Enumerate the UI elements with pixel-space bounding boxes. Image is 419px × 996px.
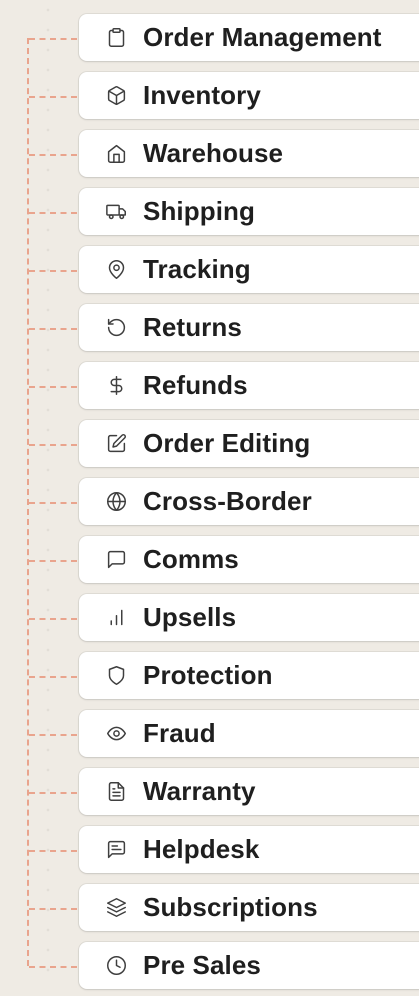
tree-connector — [29, 154, 77, 156]
list-item-tracking: Tracking — [0, 242, 419, 300]
nav-card-refunds[interactable]: Refunds — [79, 362, 419, 409]
tree-connector — [29, 444, 77, 446]
shield-icon — [105, 665, 127, 687]
nav-card-shipping[interactable]: Shipping — [79, 188, 419, 235]
nav-label: Pre Sales — [143, 950, 261, 980]
warehouse-icon — [105, 143, 127, 165]
list-item-inventory: Inventory — [0, 68, 419, 126]
list-item-upsells: Upsells — [0, 590, 419, 648]
edit-icon — [105, 433, 127, 455]
clock-icon — [105, 955, 127, 977]
nav-label: Protection — [143, 660, 273, 690]
nav-card-subscriptions[interactable]: Subscriptions — [79, 884, 419, 931]
list-item-order-editing: Order Editing — [0, 416, 419, 474]
nav-card-comms[interactable]: Comms — [79, 536, 419, 583]
message-square-text-icon — [105, 839, 127, 861]
nav-label: Cross-Border — [143, 486, 312, 516]
globe-icon — [105, 491, 127, 513]
clipboard-icon — [105, 27, 127, 49]
tree-connector — [29, 676, 77, 678]
list-item-cross-border: Cross-Border — [0, 474, 419, 532]
tree-connector — [29, 618, 77, 620]
map-pin-icon — [105, 259, 127, 281]
tree-connector — [29, 734, 77, 736]
list-item-warranty: Warranty — [0, 764, 419, 822]
tree-connector — [29, 328, 77, 330]
nav-card-tracking[interactable]: Tracking — [79, 246, 419, 293]
nav-label: Warehouse — [143, 138, 284, 168]
nav-label: Upsells — [143, 602, 237, 632]
nav-label: Shipping — [143, 196, 255, 226]
truck-icon — [105, 201, 127, 223]
tree-connector — [29, 908, 77, 910]
layers-icon — [105, 897, 127, 919]
nav-card-protection[interactable]: Protection — [79, 652, 419, 699]
nav-card-order-editing[interactable]: Order Editing — [79, 420, 419, 467]
nav-card-returns[interactable]: Returns — [79, 304, 419, 351]
nav-label: Comms — [143, 544, 239, 574]
nav-card-warehouse[interactable]: Warehouse — [79, 130, 419, 177]
nav-card-pre-sales[interactable]: Pre Sales — [79, 942, 419, 989]
nav-label: Fraud — [143, 718, 216, 748]
nav-card-inventory[interactable]: Inventory — [79, 72, 419, 119]
rotate-ccw-icon — [105, 317, 127, 339]
nav-label: Tracking — [143, 254, 251, 284]
list-item-returns: Returns — [0, 300, 419, 358]
list-item-helpdesk: Helpdesk — [0, 822, 419, 880]
bar-chart-icon — [105, 607, 127, 629]
tree-connector — [29, 560, 77, 562]
nav-label: Warranty — [143, 776, 256, 806]
list-item-subscriptions: Subscriptions — [0, 880, 419, 938]
list-item-pre-sales: Pre Sales — [0, 938, 419, 996]
tree-connector — [29, 38, 77, 40]
tree-connector — [29, 270, 77, 272]
list-item-fraud: Fraud — [0, 706, 419, 764]
tree-connector — [29, 792, 77, 794]
nav-label: Inventory — [143, 80, 261, 110]
tree-connector — [29, 502, 77, 504]
tree-connector — [29, 96, 77, 98]
nav-card-helpdesk[interactable]: Helpdesk — [79, 826, 419, 873]
tree-connector — [29, 212, 77, 214]
eye-icon — [105, 723, 127, 745]
nav-card-warranty[interactable]: Warranty — [79, 768, 419, 815]
nav-card-order-management[interactable]: Order Management — [79, 14, 419, 61]
nav-card-fraud[interactable]: Fraud — [79, 710, 419, 757]
file-text-icon — [105, 781, 127, 803]
list-item-refunds: Refunds — [0, 358, 419, 416]
nav-label: Order Management — [143, 22, 382, 52]
dollar-icon — [105, 375, 127, 397]
list-item-protection: Protection — [0, 648, 419, 706]
nav-card-upsells[interactable]: Upsells — [79, 594, 419, 641]
list-item-warehouse: Warehouse — [0, 126, 419, 184]
nav-card-cross-border[interactable]: Cross-Border — [79, 478, 419, 525]
list-item-comms: Comms — [0, 532, 419, 590]
list-item-order-management: Order Management — [0, 10, 419, 68]
nav-label: Subscriptions — [143, 892, 318, 922]
nav-label: Helpdesk — [143, 834, 260, 864]
tree-connector — [29, 966, 77, 968]
message-square-icon — [105, 549, 127, 571]
tree-connector — [29, 386, 77, 388]
nav-label: Refunds — [143, 370, 248, 400]
nav-label: Order Editing — [143, 428, 311, 458]
nav-label: Returns — [143, 312, 242, 342]
list-item-shipping: Shipping — [0, 184, 419, 242]
tree-connector — [29, 850, 77, 852]
box-icon — [105, 85, 127, 107]
